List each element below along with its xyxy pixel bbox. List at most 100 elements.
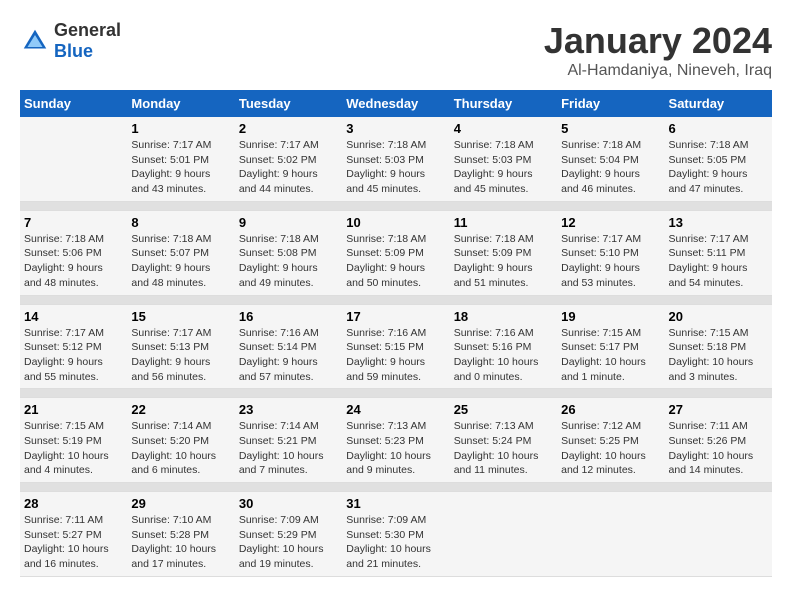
day-number: 13	[669, 215, 768, 230]
week-row-3: 14 Sunrise: 7:17 AM Sunset: 5:12 PM Dayli…	[20, 304, 772, 389]
calendar-cell: 25Sunrise: 7:13 AM Sunset: 5:24 PM Dayli…	[450, 398, 557, 483]
day-info: Sunrise: 7:09 AM Sunset: 5:29 PM Dayligh…	[239, 513, 338, 572]
calendar-cell: 26 Sunrise: 7:12 AM Sunset: 5:25 PM Dayli…	[557, 398, 664, 483]
day-info: Sunrise: 7:17 AM Sunset: 5:10 PM Dayligh…	[561, 232, 660, 291]
day-number: 3	[346, 121, 445, 136]
day-info: Sunrise: 7:15 AM Sunset: 5:19 PM Dayligh…	[24, 419, 123, 478]
calendar-cell: 1 Sunrise: 7:17 AM Sunset: 5:01 PM Daylig…	[127, 117, 234, 201]
day-info: Sunrise: 7:18 AM Sunset: 5:09 PM Dayligh…	[346, 232, 445, 291]
day-info: Sunrise: 7:13 AM Sunset: 5:23 PM Dayligh…	[346, 419, 445, 478]
day-header-thursday: Thursday	[450, 90, 557, 117]
day-header-tuesday: Tuesday	[235, 90, 342, 117]
day-number: 23	[239, 402, 338, 417]
day-info: Sunrise: 7:10 AM Sunset: 5:28 PM Dayligh…	[131, 513, 230, 572]
calendar-cell: 5 Sunrise: 7:18 AM Sunset: 5:04 PM Daylig…	[557, 117, 664, 201]
day-number: 28	[24, 496, 123, 511]
day-header-saturday: Saturday	[665, 90, 772, 117]
day-info: Sunrise: 7:18 AM Sunset: 5:07 PM Dayligh…	[131, 232, 230, 291]
week-row-5: 28 Sunrise: 7:11 AM Sunset: 5:27 PM Dayli…	[20, 492, 772, 577]
day-number: 27	[669, 402, 768, 417]
day-number: 5	[561, 121, 660, 136]
day-info: Sunrise: 7:18 AM Sunset: 5:03 PM Dayligh…	[454, 138, 553, 197]
day-info: Sunrise: 7:13 AM Sunset: 5:24 PM Dayligh…	[454, 419, 553, 478]
day-number: 7	[24, 215, 123, 230]
calendar-cell: 9 Sunrise: 7:18 AM Sunset: 5:08 PM Daylig…	[235, 210, 342, 295]
day-info: Sunrise: 7:18 AM Sunset: 5:06 PM Dayligh…	[24, 232, 123, 291]
week-separator	[20, 295, 772, 304]
day-number: 1	[131, 121, 230, 136]
day-info: Sunrise: 7:11 AM Sunset: 5:27 PM Dayligh…	[24, 513, 123, 572]
calendar-cell: 7 Sunrise: 7:18 AM Sunset: 5:06 PM Daylig…	[20, 210, 127, 295]
calendar-cell: 8 Sunrise: 7:18 AM Sunset: 5:07 PM Daylig…	[127, 210, 234, 295]
calendar-cell: 14 Sunrise: 7:17 AM Sunset: 5:12 PM Dayli…	[20, 304, 127, 389]
day-number: 17	[346, 309, 445, 324]
day-info: Sunrise: 7:17 AM Sunset: 5:13 PM Dayligh…	[131, 326, 230, 385]
calendar-cell: 29 Sunrise: 7:10 AM Sunset: 5:28 PM Dayli…	[127, 492, 234, 577]
calendar-cell: 31 Sunrise: 7:09 AM Sunset: 5:30 PM Dayli…	[342, 492, 449, 577]
week-row-4: 21Sunrise: 7:15 AM Sunset: 5:19 PM Dayli…	[20, 398, 772, 483]
day-number: 12	[561, 215, 660, 230]
title-section: January 2024 Al-Hamdaniya, Nineveh, Iraq	[544, 20, 772, 80]
day-header-wednesday: Wednesday	[342, 90, 449, 117]
calendar-cell: 3 Sunrise: 7:18 AM Sunset: 5:03 PM Daylig…	[342, 117, 449, 201]
calendar-cell: 17 Sunrise: 7:16 AM Sunset: 5:15 PM Dayli…	[342, 304, 449, 389]
day-number: 15	[131, 309, 230, 324]
calendar-cell: 11Sunrise: 7:18 AM Sunset: 5:09 PM Dayli…	[450, 210, 557, 295]
calendar-cell: 10 Sunrise: 7:18 AM Sunset: 5:09 PM Dayli…	[342, 210, 449, 295]
logo-general-text: General	[54, 20, 121, 40]
calendar-cell: 15 Sunrise: 7:17 AM Sunset: 5:13 PM Dayli…	[127, 304, 234, 389]
month-title: January 2024	[544, 20, 772, 62]
location-title: Al-Hamdaniya, Nineveh, Iraq	[544, 62, 772, 80]
logo: General Blue	[20, 20, 121, 62]
calendar-cell: 23 Sunrise: 7:14 AM Sunset: 5:21 PM Dayli…	[235, 398, 342, 483]
calendar-cell: 30Sunrise: 7:09 AM Sunset: 5:29 PM Dayli…	[235, 492, 342, 577]
day-number: 14	[24, 309, 123, 324]
day-info: Sunrise: 7:14 AM Sunset: 5:20 PM Dayligh…	[131, 419, 230, 478]
week-separator	[20, 389, 772, 398]
day-number: 6	[669, 121, 768, 136]
day-number: 26	[561, 402, 660, 417]
day-info: Sunrise: 7:16 AM Sunset: 5:14 PM Dayligh…	[239, 326, 338, 385]
week-separator	[20, 201, 772, 210]
day-info: Sunrise: 7:17 AM Sunset: 5:02 PM Dayligh…	[239, 138, 338, 197]
calendar-cell: 20Sunrise: 7:15 AM Sunset: 5:18 PM Dayli…	[665, 304, 772, 389]
calendar-cell	[450, 492, 557, 577]
calendar-cell: 19 Sunrise: 7:15 AM Sunset: 5:17 PM Dayli…	[557, 304, 664, 389]
day-number: 8	[131, 215, 230, 230]
calendar-cell: 21Sunrise: 7:15 AM Sunset: 5:19 PM Dayli…	[20, 398, 127, 483]
calendar-cell: 12 Sunrise: 7:17 AM Sunset: 5:10 PM Dayli…	[557, 210, 664, 295]
calendar-cell: 18Sunrise: 7:16 AM Sunset: 5:16 PM Dayli…	[450, 304, 557, 389]
day-info: Sunrise: 7:18 AM Sunset: 5:08 PM Dayligh…	[239, 232, 338, 291]
calendar-cell: 22 Sunrise: 7:14 AM Sunset: 5:20 PM Dayli…	[127, 398, 234, 483]
day-info: Sunrise: 7:09 AM Sunset: 5:30 PM Dayligh…	[346, 513, 445, 572]
day-header-friday: Friday	[557, 90, 664, 117]
day-number: 2	[239, 121, 338, 136]
day-number: 9	[239, 215, 338, 230]
calendar-cell	[557, 492, 664, 577]
day-number: 18	[454, 309, 553, 324]
header: General Blue January 2024 Al-Hamdaniya, …	[20, 20, 772, 80]
day-info: Sunrise: 7:18 AM Sunset: 5:04 PM Dayligh…	[561, 138, 660, 197]
day-info: Sunrise: 7:17 AM Sunset: 5:11 PM Dayligh…	[669, 232, 768, 291]
day-info: Sunrise: 7:18 AM Sunset: 5:03 PM Dayligh…	[346, 138, 445, 197]
calendar-cell	[665, 492, 772, 577]
logo-blue-text: Blue	[54, 41, 93, 61]
day-info: Sunrise: 7:15 AM Sunset: 5:17 PM Dayligh…	[561, 326, 660, 385]
day-header-monday: Monday	[127, 90, 234, 117]
day-info: Sunrise: 7:14 AM Sunset: 5:21 PM Dayligh…	[239, 419, 338, 478]
calendar-cell: 24Sunrise: 7:13 AM Sunset: 5:23 PM Dayli…	[342, 398, 449, 483]
calendar-cell: 28 Sunrise: 7:11 AM Sunset: 5:27 PM Dayli…	[20, 492, 127, 577]
week-separator	[20, 483, 772, 492]
day-number: 4	[454, 121, 553, 136]
day-info: Sunrise: 7:16 AM Sunset: 5:15 PM Dayligh…	[346, 326, 445, 385]
day-info: Sunrise: 7:18 AM Sunset: 5:09 PM Dayligh…	[454, 232, 553, 291]
day-number: 10	[346, 215, 445, 230]
day-number: 29	[131, 496, 230, 511]
day-number: 19	[561, 309, 660, 324]
day-number: 22	[131, 402, 230, 417]
day-info: Sunrise: 7:17 AM Sunset: 5:12 PM Dayligh…	[24, 326, 123, 385]
calendar-cell: 6Sunrise: 7:18 AM Sunset: 5:05 PM Daylig…	[665, 117, 772, 201]
day-info: Sunrise: 7:12 AM Sunset: 5:25 PM Dayligh…	[561, 419, 660, 478]
day-info: Sunrise: 7:17 AM Sunset: 5:01 PM Dayligh…	[131, 138, 230, 197]
day-number: 31	[346, 496, 445, 511]
